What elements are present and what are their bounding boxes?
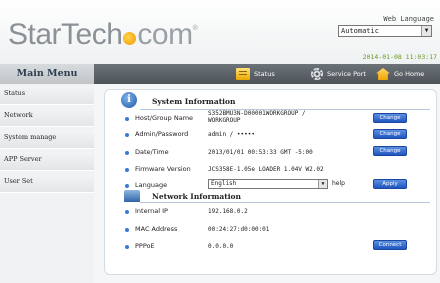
network-icon [124,190,140,202]
pppoe-value: 0.0.0.0 [208,243,234,250]
logo-dot [123,32,137,45]
sidebar-item-status[interactable]: Status [0,86,94,105]
logo-brand: StarTech [8,18,123,51]
language-select-value: English [211,180,237,187]
pppoe-connect-button[interactable]: Connect [373,240,407,250]
firmware-version-value: JCS358E-1.05e LOADER 1.04V W2.02 [208,166,324,173]
startech-logo[interactable]: StarTech com® [8,18,198,52]
mac-address-label: MAC Address [135,225,178,233]
sidebar-item-user-set[interactable]: User Set [0,174,94,193]
web-language-select[interactable]: Automatic ▼ [338,25,432,37]
pppoe-label: PPPoE [135,242,155,250]
bullet [125,117,129,121]
host-change-button[interactable]: Change [373,113,407,123]
firmware-version-label: Firmware Version [135,165,191,173]
nav-status[interactable]: Status [236,64,275,84]
main-menu-title: Main Menu [0,64,94,84]
nav-service-port-label: Service Port [327,70,366,78]
sidebar-item-system-manage[interactable]: System manage [0,130,94,149]
host-group-value-1: S352BMU3N-D00001WORKGROUP / [208,110,306,117]
nav-go-home-label: Go Home [394,70,425,78]
status-icon [236,68,250,80]
web-language-value: Automatic [341,27,379,35]
bullet [125,228,129,232]
home-icon [376,68,390,80]
logo-suffix: com [137,18,193,51]
section-divider [140,202,430,203]
bullet [125,210,129,214]
gear-icon [311,68,323,80]
mac-address-value: 00:24:27:d0:00:01 [208,226,270,233]
bullet [125,168,129,172]
host-group-value-2: WORKGROUP [208,117,241,124]
admin-change-button[interactable]: Change [373,129,407,139]
help-link[interactable]: help [332,180,345,187]
host-group-label: Host/Group Name [135,114,194,122]
logo-registered: ® [192,25,198,32]
bullet [125,151,129,155]
system-info-title: System Information [152,97,236,106]
current-datetime: 2014-01-08 11:03:17 [362,53,437,61]
info-icon: i [121,92,137,108]
sidebar-item-app-server[interactable]: APP Server [0,152,94,171]
admin-password-label: Admin/Password [135,130,189,138]
bullet [125,245,129,249]
language-select[interactable]: English ▼ [208,179,328,189]
date-time-label: Date/Time [135,148,169,156]
sidebar-item-network[interactable]: Network [0,108,94,127]
date-change-button[interactable]: Change [373,146,407,156]
nav-go-home[interactable]: Go Home [376,64,424,84]
nav-status-label: Status [254,70,275,78]
nav-service-port[interactable]: Service Port [311,64,366,84]
bullet [125,184,129,188]
network-info-title: Network Information [152,192,242,201]
chevron-down-icon[interactable]: ▼ [421,26,431,36]
language-apply-button[interactable]: Apply [373,179,407,189]
admin-password-value: admin / ••••• [208,131,255,138]
language-label: Language [135,181,168,189]
bullet [125,133,129,137]
internal-ip-value: 192.168.0.2 [208,208,248,215]
chevron-down-icon[interactable]: ▼ [318,180,327,188]
date-time-value: 2013/01/01 00:53:33 GMT -5:00 [208,149,313,156]
web-language-label: Web Language [383,15,434,23]
internal-ip-label: Internal IP [135,207,168,215]
